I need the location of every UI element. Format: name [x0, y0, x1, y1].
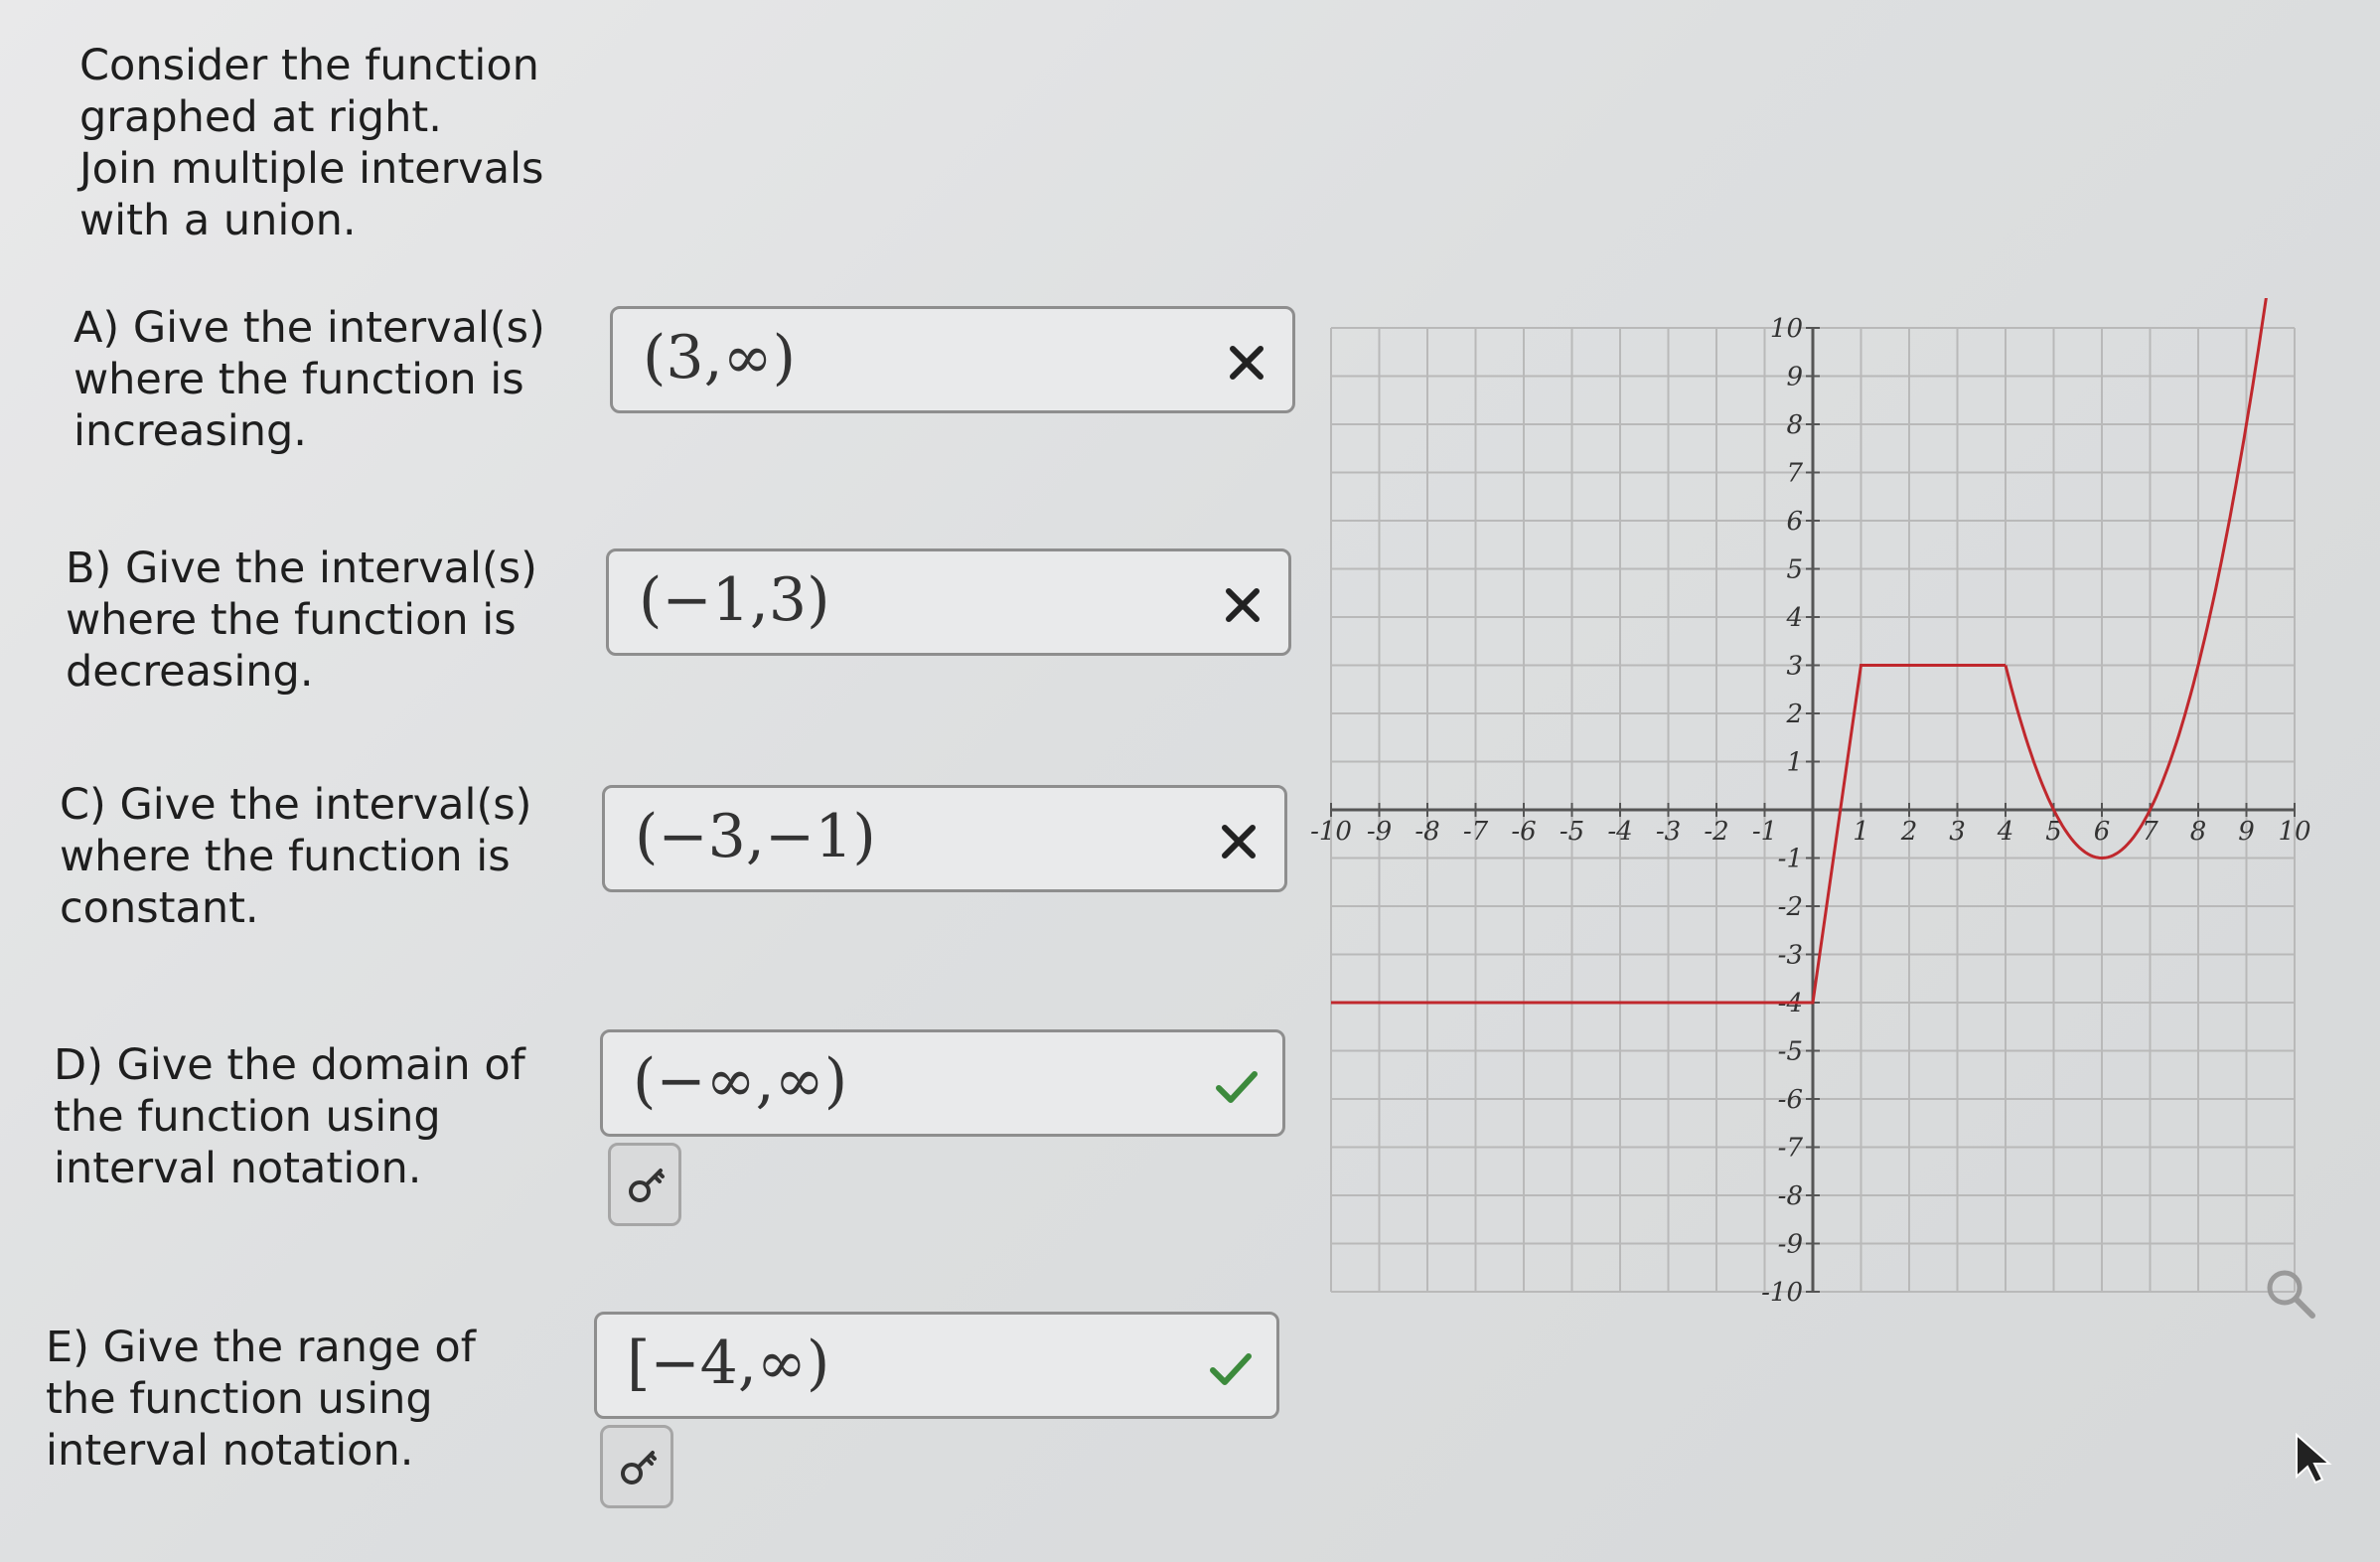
question-e: E) Give the range of the function using …: [46, 1322, 582, 1477]
question-text: where the function is: [66, 595, 517, 645]
question-text: E) Give the range of: [46, 1323, 476, 1372]
check-mark-icon: [1210, 1353, 1252, 1385]
y-tick-label: -10: [1761, 1278, 1803, 1308]
y-tick-label: -2: [1778, 892, 1803, 922]
y-tick-label: -6: [1778, 1085, 1803, 1115]
answer-value: (−∞,∞): [633, 1046, 848, 1116]
y-tick-label: -7: [1778, 1134, 1804, 1164]
question-b: B) Give the interval(s) where the functi…: [66, 543, 602, 698]
y-tick-label: 7: [1786, 459, 1803, 489]
question-text: where the function is: [60, 832, 511, 881]
x-tick-label: 3: [1949, 817, 1966, 847]
instruction-line: graphed at right.: [79, 92, 442, 142]
x-tick-label: -6: [1511, 817, 1536, 847]
instruction-line: with a union.: [79, 196, 357, 245]
x-mark-icon: [1226, 588, 1260, 622]
y-tick-label: 5: [1786, 555, 1803, 585]
answer-value: (−3,−1): [635, 802, 876, 871]
key-button[interactable]: [608, 1143, 681, 1226]
question-text: the function using: [54, 1092, 441, 1142]
y-tick-label: 1: [1786, 748, 1803, 778]
y-tick-label: 9: [1786, 363, 1803, 392]
key-button[interactable]: [600, 1425, 673, 1508]
question-text: A) Give the interval(s): [74, 303, 545, 353]
x-tick-label: -4: [1607, 817, 1632, 847]
x-tick-label: 2: [1900, 817, 1918, 847]
y-tick-label: -8: [1778, 1181, 1803, 1211]
y-tick-label: 6: [1786, 507, 1803, 537]
x-tick-label: 6: [2094, 817, 2111, 847]
x-tick-label: 10: [2278, 817, 2310, 847]
question-text: increasing.: [74, 406, 307, 456]
answer-field-d[interactable]: (−∞,∞): [600, 1029, 1285, 1137]
instructions: Consider the function graphed at right. …: [79, 40, 596, 246]
question-a: A) Give the interval(s) where the functi…: [74, 302, 610, 457]
instruction-line: Consider the function: [79, 41, 539, 90]
x-tick-label: 9: [2238, 817, 2255, 847]
y-tick-label: -3: [1778, 941, 1803, 971]
x-tick-label: 4: [1997, 817, 2014, 847]
answer-value: [−4,∞): [627, 1328, 830, 1398]
x-mark-icon: [1222, 825, 1256, 859]
key-icon: [629, 1169, 665, 1202]
x-tick-label: 1: [1853, 817, 1869, 847]
instruction-line: Join multiple intervals: [79, 144, 544, 194]
y-tick-label: 8: [1786, 410, 1803, 440]
y-tick-label: -5: [1778, 1037, 1803, 1067]
question-c: C) Give the interval(s) where the functi…: [60, 779, 596, 934]
question-text: the function using: [46, 1374, 433, 1424]
y-tick-label: 10: [1770, 314, 1803, 344]
question-text: B) Give the interval(s): [66, 544, 537, 593]
x-tick-label: -2: [1704, 817, 1728, 847]
y-tick-label: 3: [1786, 652, 1803, 682]
y-tick-label: -9: [1778, 1230, 1803, 1260]
answer-field-b[interactable]: (−1,3): [606, 548, 1291, 656]
question-d: D) Give the domain of the function using…: [54, 1039, 590, 1194]
answer-field-e[interactable]: [−4,∞): [594, 1312, 1279, 1419]
answer-value: (−1,3): [639, 565, 830, 635]
answer-field-c[interactable]: (−3,−1): [602, 785, 1287, 892]
mouse-pointer-icon: [2296, 1432, 2332, 1484]
x-tick-label: -7: [1463, 817, 1489, 847]
x-tick-label: -10: [1310, 817, 1352, 847]
x-tick-label: -3: [1656, 817, 1681, 847]
magnifier-icon[interactable]: [2261, 1264, 2320, 1324]
x-tick-label: 8: [2190, 817, 2207, 847]
question-text: constant.: [60, 883, 259, 933]
key-icon: [621, 1451, 657, 1484]
question-text: C) Give the interval(s): [60, 780, 532, 830]
question-text: decreasing.: [66, 647, 314, 697]
question-text: interval notation.: [54, 1144, 422, 1193]
x-tick-label: -5: [1560, 817, 1584, 847]
function-graph: -10 -9 -8 -7 -6 -5 -4 -3 -2 -1 1 2 3 4 5 6 7 8 9 1010987654…: [1310, 298, 2311, 1308]
y-tick-label: 4: [1785, 603, 1803, 633]
x-mark-icon: [1230, 346, 1264, 380]
x-tick-label: -9: [1367, 817, 1392, 847]
y-tick-label: 2: [1785, 700, 1803, 729]
x-tick-label: -1: [1752, 817, 1777, 847]
x-tick-label: -8: [1414, 817, 1439, 847]
question-text: D) Give the domain of: [54, 1040, 525, 1090]
answer-value: (3,∞): [643, 323, 797, 392]
check-mark-icon: [1216, 1071, 1258, 1103]
question-text: interval notation.: [46, 1426, 414, 1476]
y-tick-label: -1: [1778, 845, 1803, 874]
answer-field-a[interactable]: (3,∞): [610, 306, 1295, 413]
question-text: where the function is: [74, 355, 524, 404]
